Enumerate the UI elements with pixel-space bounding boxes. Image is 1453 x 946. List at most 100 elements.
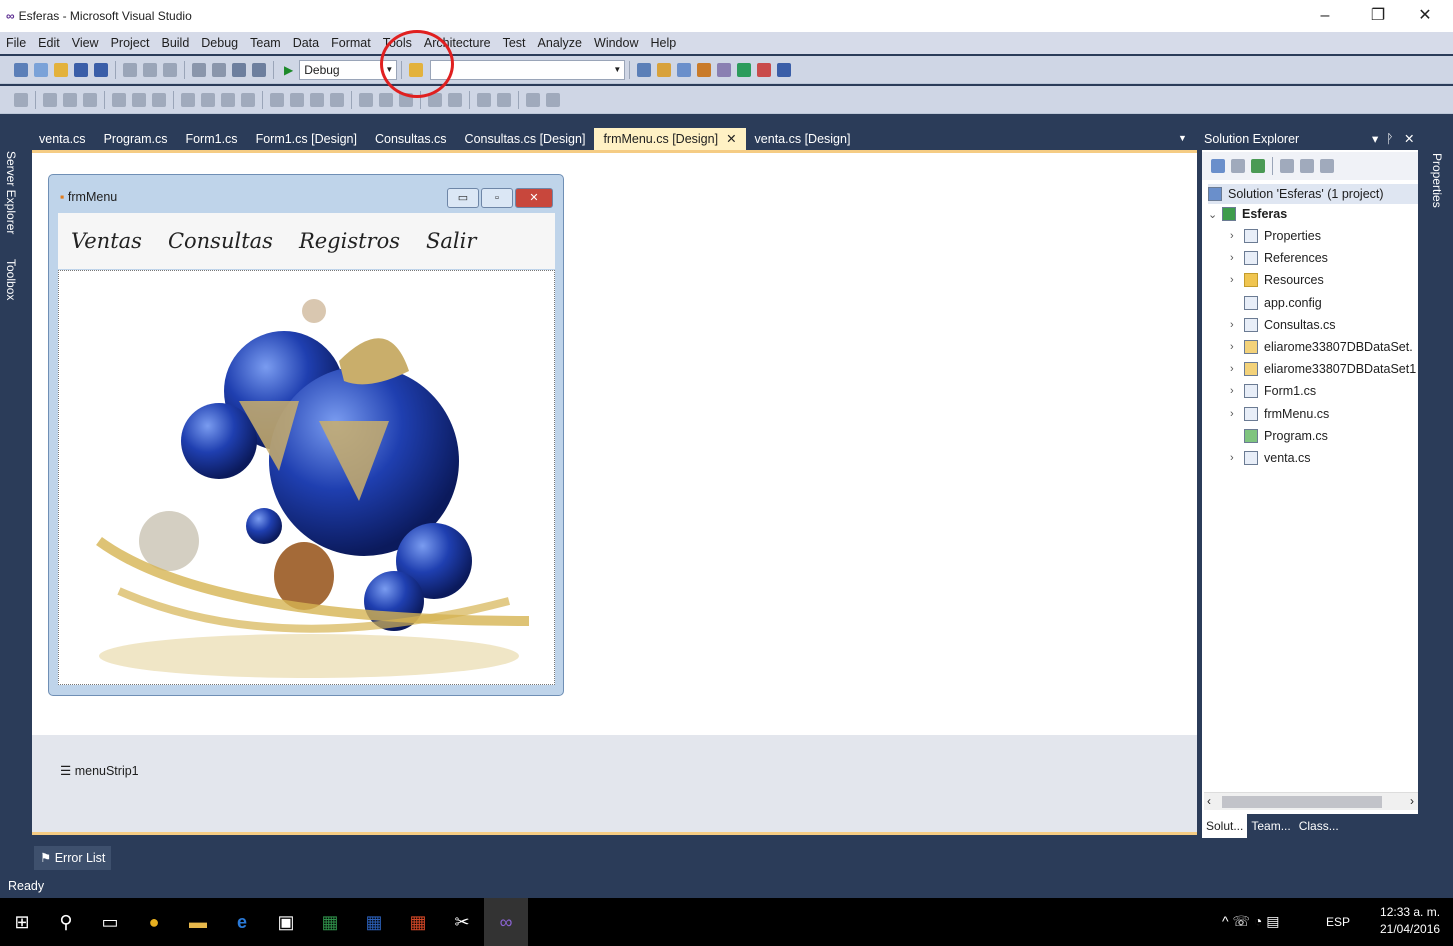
chevron-right-icon[interactable]: › — [1230, 341, 1244, 353]
chevron-right-icon[interactable]: › — [1230, 274, 1244, 286]
align-centers-icon[interactable] — [63, 92, 77, 107]
tab-program-cs[interactable]: Program.cs — [95, 128, 177, 150]
save-icon[interactable] — [74, 62, 88, 77]
snipping-tool-icon[interactable]: ✂ — [440, 898, 484, 946]
align-bottoms-icon[interactable] — [152, 92, 166, 107]
start-debugging-icon[interactable]: ▶ — [284, 63, 293, 77]
sync-icon[interactable] — [1211, 159, 1225, 173]
send-to-back-icon[interactable] — [497, 92, 511, 107]
chevron-right-icon[interactable]: › — [1230, 230, 1244, 242]
tab-consultas-cs[interactable]: Consultas.cs — [366, 128, 456, 150]
menu-file[interactable]: File — [0, 36, 32, 50]
edge-icon[interactable]: e — [220, 898, 264, 946]
restore-button[interactable]: ❐ — [1358, 0, 1398, 32]
chrome-icon[interactable]: ● — [132, 898, 176, 946]
system-tray-icons[interactable]: ^ ☏ ◔ ▤ — [1222, 913, 1279, 930]
chevron-right-icon[interactable]: › — [1230, 319, 1244, 331]
bring-to-front-icon[interactable] — [477, 92, 491, 107]
toolbox-tab[interactable]: Toolbox — [4, 259, 18, 300]
undo-icon[interactable] — [192, 62, 206, 77]
tab-consultas-design[interactable]: Consultas.cs [Design] — [456, 128, 595, 150]
tree-item[interactable]: Program.cs — [1230, 429, 1328, 443]
language-indicator[interactable]: ESP — [1326, 915, 1350, 929]
menu-window[interactable]: Window — [588, 36, 644, 50]
tab-dropdown-icon[interactable]: ▼ — [1178, 133, 1187, 143]
clock[interactable]: 12:33 a. m. 21/04/2016 — [1380, 904, 1440, 938]
save-all-icon[interactable] — [94, 62, 108, 77]
object-browser-icon[interactable] — [677, 62, 692, 77]
show-all-files-icon[interactable] — [1231, 159, 1245, 173]
tab-team-explorer[interactable]: Team... — [1247, 814, 1294, 838]
minimize-button[interactable]: – — [1305, 0, 1345, 32]
navigate-forward-icon[interactable] — [252, 62, 266, 77]
align-tops-icon[interactable] — [112, 92, 126, 107]
view-code-icon[interactable] — [1280, 159, 1294, 173]
horizontal-scrollbar[interactable]: ‹ › — [1204, 792, 1418, 810]
cut-icon[interactable] — [123, 62, 137, 77]
open-file-icon[interactable] — [54, 62, 68, 77]
tree-item[interactable]: › Resources — [1230, 273, 1324, 287]
align-middles-icon[interactable] — [132, 92, 146, 107]
add-item-icon[interactable] — [34, 62, 48, 77]
increase-v-spacing-icon[interactable] — [379, 92, 393, 107]
remove-h-spacing-icon[interactable] — [330, 92, 344, 107]
menu-test[interactable]: Test — [497, 36, 532, 50]
form-maximize-button[interactable]: ▫ — [481, 188, 513, 208]
tree-item[interactable]: › venta.cs — [1230, 451, 1311, 465]
tray-menustrip[interactable]: ☰ menuStrip1 — [60, 763, 139, 778]
chevron-right-icon[interactable]: › — [1230, 452, 1244, 464]
size-to-grid-icon[interactable] — [241, 92, 255, 107]
menu-debug[interactable]: Debug — [195, 36, 244, 50]
lock-controls-icon[interactable] — [546, 92, 560, 107]
scroll-left-icon[interactable]: ‹ — [1207, 794, 1211, 808]
menu-item-ventas[interactable]: Ventas — [71, 229, 142, 253]
menu-help[interactable]: Help — [644, 36, 682, 50]
make-same-height-icon[interactable] — [201, 92, 215, 107]
menu-data[interactable]: Data — [287, 36, 325, 50]
store-icon[interactable]: ▣ — [264, 898, 308, 946]
menu-item-salir[interactable]: Salir — [426, 229, 476, 253]
new-project-icon[interactable] — [14, 62, 28, 77]
word-icon[interactable]: ▦ — [352, 898, 396, 946]
make-same-size-icon[interactable] — [221, 92, 235, 107]
menu-build[interactable]: Build — [155, 36, 195, 50]
start-icon[interactable]: ⊞ — [0, 898, 44, 946]
tree-item[interactable]: › References — [1230, 251, 1328, 265]
search-icon[interactable]: ⚲ — [44, 898, 88, 946]
tab-frmmenu-design[interactable]: frmMenu.cs [Design] ✕ — [594, 128, 746, 150]
align-rights-icon[interactable] — [83, 92, 97, 107]
properties-tab[interactable]: Properties — [1430, 153, 1444, 208]
tab-form1-design[interactable]: Form1.cs [Design] — [247, 128, 366, 150]
visual-studio-icon[interactable]: ∞ — [484, 898, 528, 946]
paste-icon[interactable] — [163, 62, 177, 77]
chevron-right-icon[interactable]: › — [1230, 408, 1244, 420]
picture-box[interactable] — [58, 270, 555, 685]
form-close-button[interactable]: ✕ — [515, 188, 553, 208]
center-vertically-icon[interactable] — [448, 92, 462, 107]
error-list-tab[interactable]: ⚑ Error List — [34, 846, 112, 870]
tree-project[interactable]: ⌄ Esferas — [1208, 207, 1287, 221]
class-diagram-icon[interactable] — [1320, 159, 1334, 173]
view-designer-icon[interactable] — [1300, 159, 1314, 173]
tab-solution-explorer[interactable]: Solut... — [1202, 814, 1248, 838]
pin-icon[interactable]: ᚹ — [1386, 128, 1394, 150]
tab-order-icon[interactable] — [526, 92, 540, 107]
chevron-right-icon[interactable]: › — [1230, 385, 1244, 397]
close-button[interactable]: ✕ — [1405, 0, 1445, 32]
refresh-icon[interactable] — [1251, 159, 1265, 173]
chevron-down-icon[interactable]: ⌄ — [1208, 208, 1222, 221]
tree-solution[interactable]: Solution 'Esferas' (1 project) — [1208, 184, 1418, 204]
copy-icon[interactable] — [143, 62, 157, 77]
powerpoint-icon[interactable]: ▦ — [396, 898, 440, 946]
menu-item-consultas[interactable]: Consultas — [168, 229, 273, 253]
horizontal-spacing-icon[interactable] — [270, 92, 284, 107]
chevron-right-icon[interactable]: › — [1230, 363, 1244, 375]
tab-class-view[interactable]: Class... — [1295, 814, 1343, 838]
chevron-right-icon[interactable]: › — [1230, 252, 1244, 264]
redo-icon[interactable] — [212, 62, 226, 77]
toolbox-icon[interactable] — [697, 62, 712, 77]
solution-explorer-icon[interactable] — [637, 62, 652, 77]
server-explorer-tab[interactable]: Server Explorer — [4, 151, 18, 234]
close-tab-icon[interactable]: ✕ — [726, 132, 736, 146]
tree-item[interactable]: › eliarome33807DBDataSet. — [1230, 340, 1413, 354]
